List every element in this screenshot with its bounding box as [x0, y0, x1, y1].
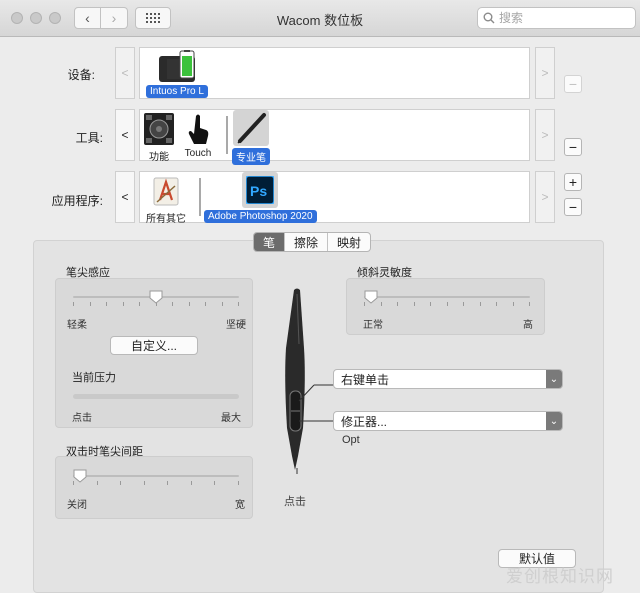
tab-mapping[interactable]: 映射: [328, 233, 370, 251]
apps-strip: 所有其它 Ps Adobe Photoshop 2020: [139, 171, 530, 225]
tilt-max-label: 高: [523, 320, 533, 331]
chevron-right-icon: ›: [111, 10, 117, 26]
tip-feel-max-label: 坚硬: [226, 320, 246, 331]
forward-button[interactable]: ›: [101, 7, 128, 29]
tilt-min-label: 正常: [363, 320, 383, 331]
remove-app-button[interactable]: −: [564, 198, 582, 216]
chevron-down-icon: ⌄: [546, 370, 562, 388]
upper-side-button-dropdown[interactable]: 右键单击 ⌄: [333, 369, 563, 389]
grid-icon: [146, 13, 160, 23]
chevron-right-icon: >: [541, 66, 549, 80]
tool-item-touch[interactable]: Touch: [184, 112, 212, 159]
show-all-button[interactable]: [135, 7, 171, 29]
express-keys-icon: [144, 113, 174, 145]
tip-feel-title: 笔尖感应: [66, 267, 110, 279]
chevron-left-icon: <: [121, 190, 129, 204]
photoshop-icon: Ps: [246, 176, 275, 204]
tool-item-pro-pen[interactable]: 专业笔: [232, 110, 270, 165]
search-field[interactable]: [477, 7, 636, 29]
close-window-button[interactable]: [11, 12, 23, 24]
device-item-label: Intuos Pro L: [146, 85, 208, 98]
pen-tip-label: 点击: [284, 496, 306, 508]
watermark: 爱创根知识网: [506, 567, 614, 586]
pen-illustration: [285, 288, 334, 474]
double-click-ticks: [73, 481, 239, 485]
chevron-left-icon: <: [121, 66, 129, 80]
current-pressure-bar: [73, 394, 239, 399]
app-item-label: Adobe Photoshop 2020: [204, 210, 317, 223]
tools-separator: [226, 116, 228, 154]
apps-row-label: 应用程序:: [51, 194, 103, 208]
title-bar: ‹ › Wacom 数位板: [0, 0, 640, 37]
minus-icon: −: [568, 76, 578, 92]
tab-eraser[interactable]: 擦除: [285, 233, 329, 251]
tip-feel-slider-knob[interactable]: [149, 290, 163, 304]
chevron-right-icon: >: [541, 128, 549, 142]
double-click-max-label: 宽: [235, 500, 245, 511]
tool-item-functions[interactable]: 功能: [143, 112, 175, 163]
zoom-window-button[interactable]: [49, 12, 61, 24]
tool-item-label: 专业笔: [232, 148, 270, 165]
apps-scroll-left[interactable]: <: [115, 171, 135, 223]
current-pressure-label: 当前压力: [72, 372, 116, 384]
tilt-slider-track[interactable]: [364, 296, 530, 298]
tab-pen[interactable]: 笔: [254, 233, 286, 251]
back-button[interactable]: ‹: [74, 7, 101, 29]
double-click-slider-knob[interactable]: [73, 469, 87, 483]
upper-side-button-value: 右键单击: [341, 372, 390, 387]
pen-icon-frame: [233, 110, 269, 146]
device-item-intuos-pro-l[interactable]: Intuos Pro L: [146, 50, 208, 98]
devices-row-label: 设备:: [67, 68, 95, 82]
lower-side-button-dropdown[interactable]: 修正器... ⌄: [333, 411, 563, 431]
photoshop-icon-frame: Ps: [242, 172, 279, 208]
pressure-min-label: 点击: [72, 413, 92, 424]
devices-strip: Intuos Pro L: [139, 47, 530, 99]
apps-scroll-right[interactable]: >: [535, 171, 555, 223]
plus-icon: +: [568, 174, 578, 190]
tools-row-label: 工具:: [75, 131, 103, 145]
tool-item-label: Touch: [184, 148, 212, 159]
app-item-all-other[interactable]: 所有其它: [146, 174, 186, 225]
lower-side-button-value: 修正器...: [341, 414, 388, 429]
tool-item-label: 功能: [149, 152, 169, 163]
svg-text:Ps: Ps: [250, 183, 267, 199]
tools-strip: 功能 Touch 专业笔: [139, 109, 530, 165]
remove-device-button[interactable]: −: [564, 75, 582, 93]
lower-side-button-sublabel: Opt: [342, 434, 360, 446]
chevron-left-icon: ‹: [85, 10, 90, 26]
pressure-max-label: 最大: [221, 413, 241, 424]
minus-icon: −: [568, 139, 578, 155]
tools-scroll-right[interactable]: >: [535, 109, 555, 161]
customize-button[interactable]: 自定义...: [110, 336, 198, 355]
search-icon: [483, 12, 495, 24]
chevron-down-icon: ⌄: [546, 412, 562, 430]
tilt-slider-knob[interactable]: [364, 290, 378, 304]
remove-tool-button[interactable]: −: [564, 138, 582, 156]
tip-feel-min-label: 轻柔: [67, 320, 87, 331]
applications-icon: [153, 177, 179, 206]
double-click-min-label: 关闭: [67, 500, 87, 511]
touch-hand-icon: [188, 114, 209, 144]
double-click-slider-track[interactable]: [73, 475, 239, 477]
add-app-button[interactable]: +: [564, 173, 582, 191]
devices-scroll-left[interactable]: <: [115, 47, 135, 99]
tilt-ticks: [364, 302, 530, 306]
tab-bar: 笔 擦除 映射: [253, 232, 372, 252]
app-item-label: 所有其它: [146, 214, 186, 225]
search-input[interactable]: [499, 11, 619, 25]
chevron-right-icon: >: [541, 190, 549, 204]
pen-icon: [237, 113, 266, 144]
minus-icon: −: [568, 199, 578, 215]
chevron-left-icon: <: [121, 128, 129, 142]
tilt-title: 倾斜灵敏度: [357, 267, 412, 279]
apps-separator: [199, 178, 201, 216]
tools-scroll-left[interactable]: <: [115, 109, 135, 161]
tablet-icon: [158, 50, 195, 82]
devices-scroll-right[interactable]: >: [535, 47, 555, 99]
minimize-window-button[interactable]: [30, 12, 42, 24]
app-item-photoshop[interactable]: Ps Adobe Photoshop 2020: [204, 172, 317, 223]
double-click-title: 双击时笔尖间距: [66, 446, 143, 458]
